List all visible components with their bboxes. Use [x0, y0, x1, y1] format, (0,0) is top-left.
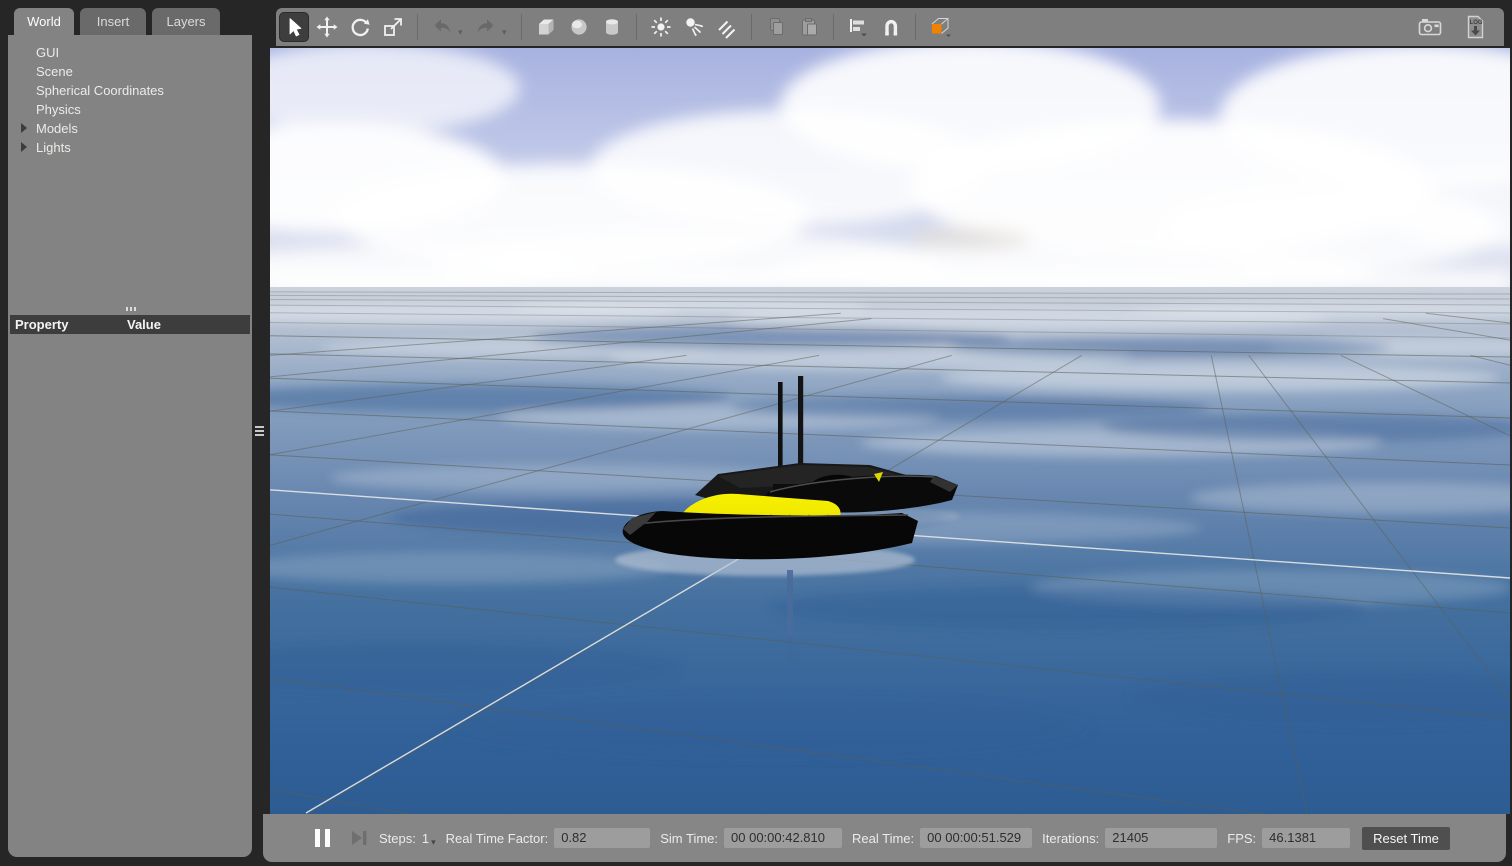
- toolbar-right-group: LOG: [1412, 12, 1504, 42]
- box-tool[interactable]: [531, 12, 561, 42]
- iterations-label: Iterations:: [1042, 831, 1099, 846]
- toolbar-separator: [521, 14, 522, 40]
- rtf-label: Real Time Factor:: [446, 831, 549, 846]
- magnet-icon: [879, 15, 903, 39]
- world-tree: GUI Scene Spherical Coordinates Physics …: [8, 35, 252, 157]
- property-table-header: Property Value: [10, 315, 250, 334]
- tab-world[interactable]: World: [14, 8, 74, 35]
- spot-light-icon: [682, 15, 706, 39]
- sim-time-value: 00 00:00:42.810: [724, 828, 842, 848]
- panel-splitter-handle[interactable]: [255, 420, 264, 442]
- tab-insert[interactable]: Insert: [80, 8, 146, 35]
- toolbar-separator: [915, 14, 916, 40]
- tree-item-lights[interactable]: Lights: [8, 138, 252, 157]
- rotate-icon: [348, 15, 372, 39]
- align-tool[interactable]: [843, 12, 873, 42]
- select-tool[interactable]: [279, 12, 309, 42]
- fps-label: FPS:: [1227, 831, 1256, 846]
- paste-button[interactable]: [794, 12, 824, 42]
- steps-value[interactable]: 1: [422, 831, 429, 846]
- sun-icon: [649, 15, 673, 39]
- sphere-tool[interactable]: [564, 12, 594, 42]
- steps-label: Steps:: [379, 831, 416, 846]
- real-time-value: 00 00:00:51.529: [920, 828, 1032, 848]
- steps-dropdown-caret[interactable]: ▾: [431, 837, 436, 848]
- copy-button[interactable]: [761, 12, 791, 42]
- screenshot-button[interactable]: [1415, 12, 1445, 42]
- real-time-label: Real Time:: [852, 831, 914, 846]
- tab-layers[interactable]: Layers: [152, 8, 220, 35]
- world-panel: GUI Scene Spherical Coordinates Physics …: [8, 35, 252, 857]
- render-viewport[interactable]: [270, 48, 1510, 814]
- tree-item-scene[interactable]: Scene: [8, 62, 252, 81]
- cylinder-tool[interactable]: [597, 12, 627, 42]
- property-column-header: Property: [10, 317, 127, 332]
- rtf-value: 0.82: [554, 828, 650, 848]
- toolbar-separator: [417, 14, 418, 40]
- undo-dropdown-caret[interactable]: ▾: [458, 27, 468, 38]
- main-toolbar: ▾ ▾: [276, 8, 1504, 46]
- tree-item-gui[interactable]: GUI: [8, 43, 252, 62]
- translate-icon: [315, 15, 339, 39]
- redo-dropdown-caret[interactable]: ▾: [502, 27, 512, 38]
- iterations-value: 21405: [1105, 828, 1217, 848]
- view-angle-tool[interactable]: [925, 12, 955, 42]
- step-button[interactable]: [349, 829, 369, 847]
- expand-arrow-icon[interactable]: [21, 123, 27, 133]
- value-column-header: Value: [127, 317, 161, 332]
- tree-item-spherical-coordinates[interactable]: Spherical Coordinates: [8, 81, 252, 100]
- clouds: [270, 48, 1510, 299]
- directional-light-icon: [715, 15, 739, 39]
- toolbar-separator: [751, 14, 752, 40]
- svg-text:LOG: LOG: [1470, 20, 1483, 26]
- tree-item-models[interactable]: Models: [8, 119, 252, 138]
- paste-icon: [797, 15, 821, 39]
- log-button[interactable]: LOG: [1460, 12, 1490, 42]
- gazebo-window: World Insert Layers GUI Scene Spherical …: [0, 0, 1512, 866]
- translate-tool[interactable]: [312, 12, 342, 42]
- cursor-arrow-icon: [282, 15, 306, 39]
- align-icon: [846, 15, 870, 39]
- rotate-tool[interactable]: [345, 12, 375, 42]
- pause-button[interactable]: [315, 829, 331, 847]
- copy-icon: [764, 15, 788, 39]
- camera-icon: [1417, 15, 1443, 39]
- log-icon: LOG: [1463, 14, 1487, 40]
- toolbar-separator: [636, 14, 637, 40]
- view-angle-cube-icon: [927, 14, 953, 40]
- undo-button[interactable]: [427, 12, 457, 42]
- spot-light-tool[interactable]: [679, 12, 709, 42]
- tree-item-label: Lights: [36, 140, 71, 155]
- undo-icon: [430, 15, 454, 39]
- fps-value: 46.1381: [1262, 828, 1350, 848]
- directional-light-tool[interactable]: [712, 12, 742, 42]
- scene-canvas: [270, 48, 1510, 814]
- cylinder-icon: [600, 15, 624, 39]
- reset-time-button[interactable]: Reset Time: [1362, 827, 1450, 850]
- redo-icon: [474, 15, 498, 39]
- property-splitter-handle[interactable]: [124, 307, 138, 312]
- scale-icon: [381, 15, 405, 39]
- tree-item-physics[interactable]: Physics: [8, 100, 252, 119]
- toolbar-separator: [833, 14, 834, 40]
- scale-tool[interactable]: [378, 12, 408, 42]
- expand-arrow-icon[interactable]: [21, 142, 27, 152]
- sphere-icon: [567, 15, 591, 39]
- step-icon: [349, 829, 369, 847]
- redo-button[interactable]: [471, 12, 501, 42]
- cube-icon: [534, 15, 558, 39]
- point-light-tool[interactable]: [646, 12, 676, 42]
- snap-tool[interactable]: [876, 12, 906, 42]
- tree-item-label: Models: [36, 121, 78, 136]
- simulation-statusbar: Steps: 1 ▾ Real Time Factor: 0.82 Sim Ti…: [263, 814, 1506, 862]
- sim-time-label: Sim Time:: [660, 831, 718, 846]
